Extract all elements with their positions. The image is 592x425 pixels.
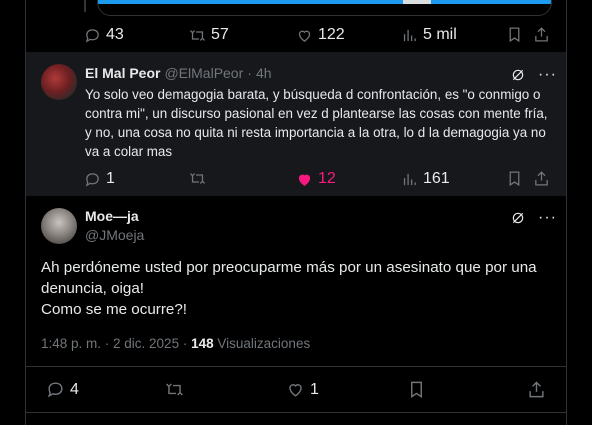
media-bar [98,0,551,4]
avatar[interactable] [41,64,77,100]
reply-count: 4 [70,380,79,398]
tweet-text: Ah perdóneme usted por preocuparme más p… [41,257,551,320]
repost-icon [189,173,206,184]
share-button[interactable] [533,26,550,43]
handle[interactable]: @JMoeja [85,227,144,243]
reply-count: 1 [106,170,115,187]
tweet-actions-top: ··· [510,67,557,83]
views-button[interactable]: 161 [401,170,450,188]
views-count: 148 [191,336,214,351]
like-icon [298,174,311,186]
like-icon [298,30,311,42]
bookmark-icon [509,27,520,43]
tweet-actions-top: ··· [510,210,557,226]
divider [26,412,566,413]
tweet-text: Yo solo veo demagogia barata, y búsqueda… [85,87,548,159]
like-count: 122 [318,26,345,43]
grok-icon[interactable] [510,210,526,226]
views-label: Visualizaciones [217,336,311,351]
like-button[interactable]: 1 [286,380,319,399]
grok-icon[interactable] [510,67,526,83]
reply-icon [85,172,99,187]
like-count: 12 [318,170,336,187]
reply-button[interactable]: 4 [46,380,79,399]
reply-count: 43 [106,26,124,43]
repost-icon [189,29,206,41]
tweet-text-line: Ah perdóneme usted por preocuparme más p… [41,259,537,297]
reply-icon [85,28,99,43]
views-icon [403,173,416,185]
avatar[interactable] [41,208,77,244]
handle[interactable]: @ElMalPeor [164,65,243,81]
media-bar-highlight [403,0,431,4]
time-separator: · [247,65,252,81]
tweet-time[interactable]: 4h [256,65,272,81]
views-icon [403,29,416,41]
timestamp[interactable]: 1:48 p. m. · 2 dic. 2025 · [41,336,187,351]
reply-button[interactable]: 1 [84,170,115,188]
more-icon[interactable]: ··· [538,67,557,83]
bookmark-icon [411,381,422,398]
views-count: 161 [423,170,450,187]
repost-button[interactable]: 57 [189,26,229,44]
display-name[interactable]: El Mal Peor [85,65,160,81]
like-button[interactable]: 122 [296,26,345,44]
bookmark-button[interactable] [407,380,426,399]
bookmark-button[interactable] [506,170,523,187]
bookmark-button[interactable] [506,26,523,43]
share-icon [535,171,548,186]
like-icon [289,384,302,397]
share-button[interactable] [527,380,546,399]
views-button[interactable]: 5 mil [401,26,457,44]
tweet-header: El Mal Peor @ElMalPeor · 4h [85,65,272,81]
display-name[interactable]: Moe—ja [85,208,139,224]
share-icon [529,381,544,398]
repost-button[interactable] [165,380,184,399]
reply-button[interactable]: 43 [84,26,124,44]
repost-count: 57 [211,26,229,43]
repost-button[interactable] [189,170,206,187]
divider [26,366,566,367]
bookmark-icon [509,171,520,187]
timeline-column: 43 57 122 5 mil El Mal Peor @ElMalPeor ·… [25,0,567,425]
tweet-text-line: Como se me ocurre?! [41,301,188,318]
thread-line [84,0,86,12]
media-preview[interactable] [97,0,552,16]
reply-icon [47,382,63,398]
share-button[interactable] [533,170,550,187]
more-icon[interactable]: ··· [538,210,557,226]
repost-icon [166,383,183,396]
reply-tweet[interactable]: El Mal Peor @ElMalPeor · 4h ··· Yo solo … [26,52,566,196]
like-button[interactable]: 12 [296,170,336,188]
views-count: 5 mil [423,26,457,43]
tweet-meta: 1:48 p. m. · 2 dic. 2025 · 148 Visualiza… [41,336,310,351]
share-icon [535,27,548,42]
like-count: 1 [310,380,319,398]
